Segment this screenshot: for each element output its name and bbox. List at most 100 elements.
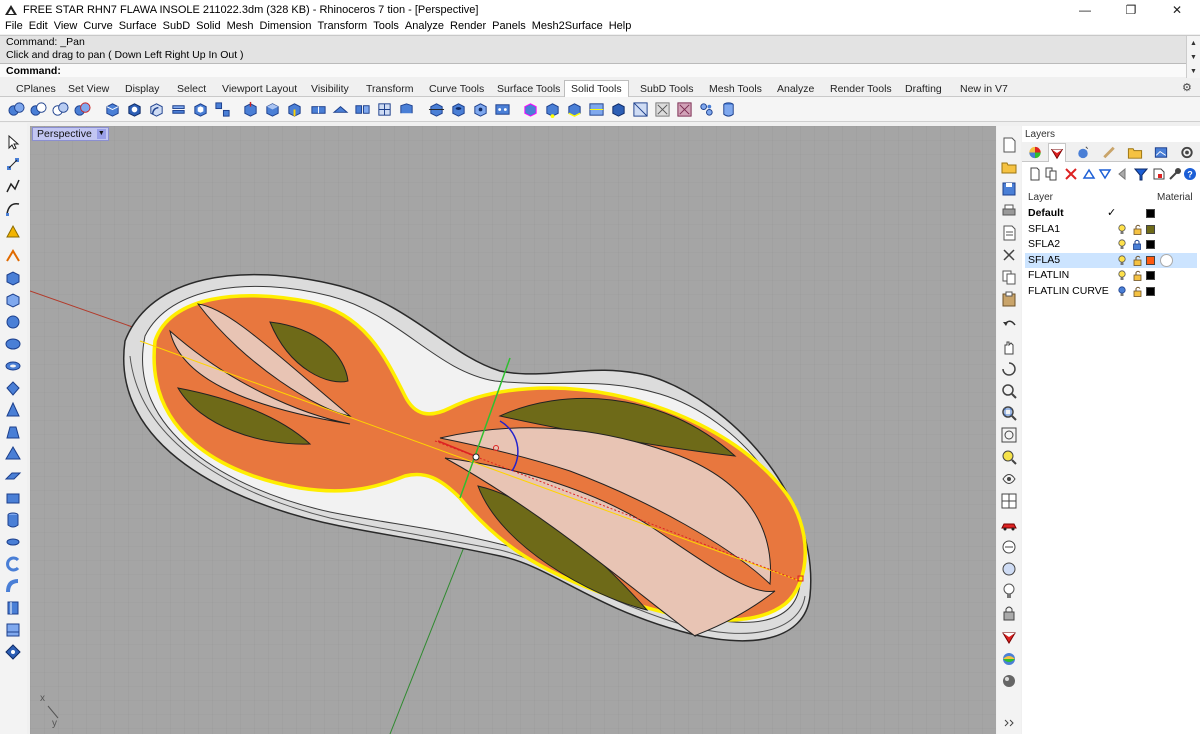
- menu-view[interactable]: View: [51, 19, 81, 34]
- paste-icon[interactable]: [1000, 290, 1018, 308]
- tab-render-tools[interactable]: Render Tools: [830, 81, 892, 97]
- loft-icon[interactable]: [4, 599, 22, 617]
- mesh-settings-icon[interactable]: [698, 101, 715, 118]
- new-layer-icon[interactable]: [1028, 167, 1042, 181]
- menu-edit[interactable]: Edit: [26, 19, 51, 34]
- select-objects-layer-icon[interactable]: [1152, 167, 1166, 181]
- menu-tools[interactable]: Tools: [370, 19, 402, 34]
- panel-settings-icon[interactable]: [1178, 144, 1196, 161]
- untrim-icon[interactable]: [398, 101, 415, 118]
- torus-icon[interactable]: [4, 357, 22, 375]
- fold-face-icon[interactable]: [332, 101, 349, 118]
- four-viewports-icon[interactable]: [1000, 492, 1018, 510]
- layer-color-swatch[interactable]: [1146, 209, 1155, 218]
- command-scrollbar[interactable]: ▲ ▼ ▼: [1186, 36, 1200, 78]
- cut-icon[interactable]: [1000, 246, 1018, 264]
- new-sublayer-icon[interactable]: [1044, 167, 1058, 181]
- show-bad-objects-icon[interactable]: [654, 101, 671, 118]
- disc-icon[interactable]: [4, 533, 22, 551]
- split-edge-icon[interactable]: [544, 101, 561, 118]
- open-folder-icon[interactable]: [1000, 158, 1018, 176]
- light-bulb-icon[interactable]: [1117, 270, 1127, 281]
- named-views-icon[interactable]: [1000, 560, 1018, 578]
- render-tab-icon[interactable]: [1100, 144, 1118, 161]
- zoom-dynamic-icon[interactable]: [1000, 382, 1018, 400]
- light-bulb-icon[interactable]: [1117, 239, 1127, 250]
- offset-surface-icon[interactable]: [170, 101, 187, 118]
- plane-icon[interactable]: [4, 467, 22, 485]
- zoom-selected-icon[interactable]: [1000, 448, 1018, 466]
- pyramid-icon[interactable]: [4, 445, 22, 463]
- box-icon[interactable]: [4, 269, 22, 287]
- properties-icon[interactable]: [1000, 224, 1018, 242]
- layer-row-sfla1[interactable]: SFLA1: [1025, 222, 1197, 238]
- new-document-icon[interactable]: [1000, 136, 1018, 154]
- light-bulb-icon[interactable]: [1117, 223, 1127, 235]
- solid-cylinder-icon[interactable]: [720, 101, 737, 118]
- menu-mesh[interactable]: Mesh: [224, 19, 257, 34]
- tab-cplanes[interactable]: CPlanes: [16, 81, 56, 97]
- truncated-cone-icon[interactable]: [4, 423, 22, 441]
- surface-edge-icon[interactable]: [4, 291, 22, 309]
- layer-color-swatch[interactable]: [1146, 271, 1155, 280]
- boolean-split-icon[interactable]: [74, 101, 91, 118]
- place-hole-icon[interactable]: [472, 101, 489, 118]
- menu-help[interactable]: Help: [606, 19, 635, 34]
- move-layer-up-icon[interactable]: [1082, 167, 1096, 181]
- sweep-icon[interactable]: [4, 577, 22, 595]
- boolean-union-icon[interactable]: [8, 101, 25, 118]
- scroll-more-icon[interactable]: ▼: [1187, 64, 1200, 78]
- extrude-icon[interactable]: [4, 489, 22, 507]
- layer-row-flatlin[interactable]: FLATLIN: [1025, 268, 1197, 284]
- show-edges-icon[interactable]: [522, 101, 539, 118]
- filter-icon[interactable]: [1134, 167, 1148, 181]
- move-edge-icon[interactable]: [286, 101, 303, 118]
- rotate-view-icon[interactable]: [1000, 360, 1018, 378]
- close-button[interactable]: ✕: [1154, 0, 1200, 19]
- tab-new-in-v7[interactable]: New in V7: [960, 81, 1008, 97]
- merge-faces-icon[interactable]: [354, 101, 371, 118]
- menu-render[interactable]: Render: [447, 19, 489, 34]
- network-surface-icon[interactable]: [4, 621, 22, 639]
- join-2-naked-edges-icon[interactable]: [588, 101, 605, 118]
- more-tools-icon[interactable]: [1000, 714, 1018, 732]
- scroll-down-icon[interactable]: ▼: [1187, 50, 1200, 64]
- rebuild-edges-icon[interactable]: [376, 101, 393, 118]
- arc-icon[interactable]: [4, 247, 22, 265]
- tab-viewport-layout[interactable]: Viewport Layout: [222, 81, 297, 97]
- layer-row-default[interactable]: Default ✓: [1025, 206, 1197, 222]
- cylinder-icon[interactable]: [4, 511, 22, 529]
- array-hole-icon[interactable]: [494, 101, 511, 118]
- cone-icon[interactable]: [4, 401, 22, 419]
- layer-color-swatch[interactable]: [1146, 286, 1155, 296]
- unlocked-icon[interactable]: [1132, 224, 1142, 235]
- menu-curve[interactable]: Curve: [80, 19, 115, 34]
- print-icon[interactable]: [1000, 202, 1018, 220]
- menu-mesh2surface[interactable]: Mesh2Surface: [529, 19, 606, 34]
- ellipsoid-icon[interactable]: [4, 335, 22, 353]
- layer-row-sfla2[interactable]: SFLA2: [1025, 237, 1197, 253]
- gear-icon[interactable]: ⚙: [1182, 82, 1194, 94]
- unlocked-icon[interactable]: [1132, 255, 1142, 266]
- check-objects-icon[interactable]: [676, 101, 693, 118]
- non-manifold-merge-icon[interactable]: [632, 101, 649, 118]
- display-tab-icon[interactable]: [1074, 144, 1092, 161]
- tab-mesh-tools[interactable]: Mesh Tools: [709, 81, 762, 97]
- locked-icon[interactable]: [1132, 239, 1142, 250]
- viewport-title[interactable]: Perspective ▼: [32, 127, 109, 141]
- merge-edge-icon[interactable]: [566, 101, 583, 118]
- tools-icon[interactable]: [1168, 167, 1182, 181]
- drop-icon[interactable]: [4, 379, 22, 397]
- zoom-window-icon[interactable]: [1000, 404, 1018, 422]
- make-hole-icon[interactable]: [450, 101, 467, 118]
- perspective-viewport[interactable]: x y Perspective ▼: [30, 126, 996, 734]
- subd-icon[interactable]: [4, 643, 22, 661]
- image-tab-icon[interactable]: [1152, 144, 1170, 161]
- select-arrow-icon[interactable]: [4, 133, 22, 151]
- minimize-button[interactable]: —: [1062, 0, 1108, 19]
- move-face-icon[interactable]: [264, 101, 281, 118]
- layers-tab-icon[interactable]: [1048, 143, 1066, 162]
- circle-tools-icon[interactable]: [4, 223, 22, 241]
- create-solid-icon[interactable]: [610, 101, 627, 118]
- help-icon[interactable]: ?: [1183, 167, 1197, 181]
